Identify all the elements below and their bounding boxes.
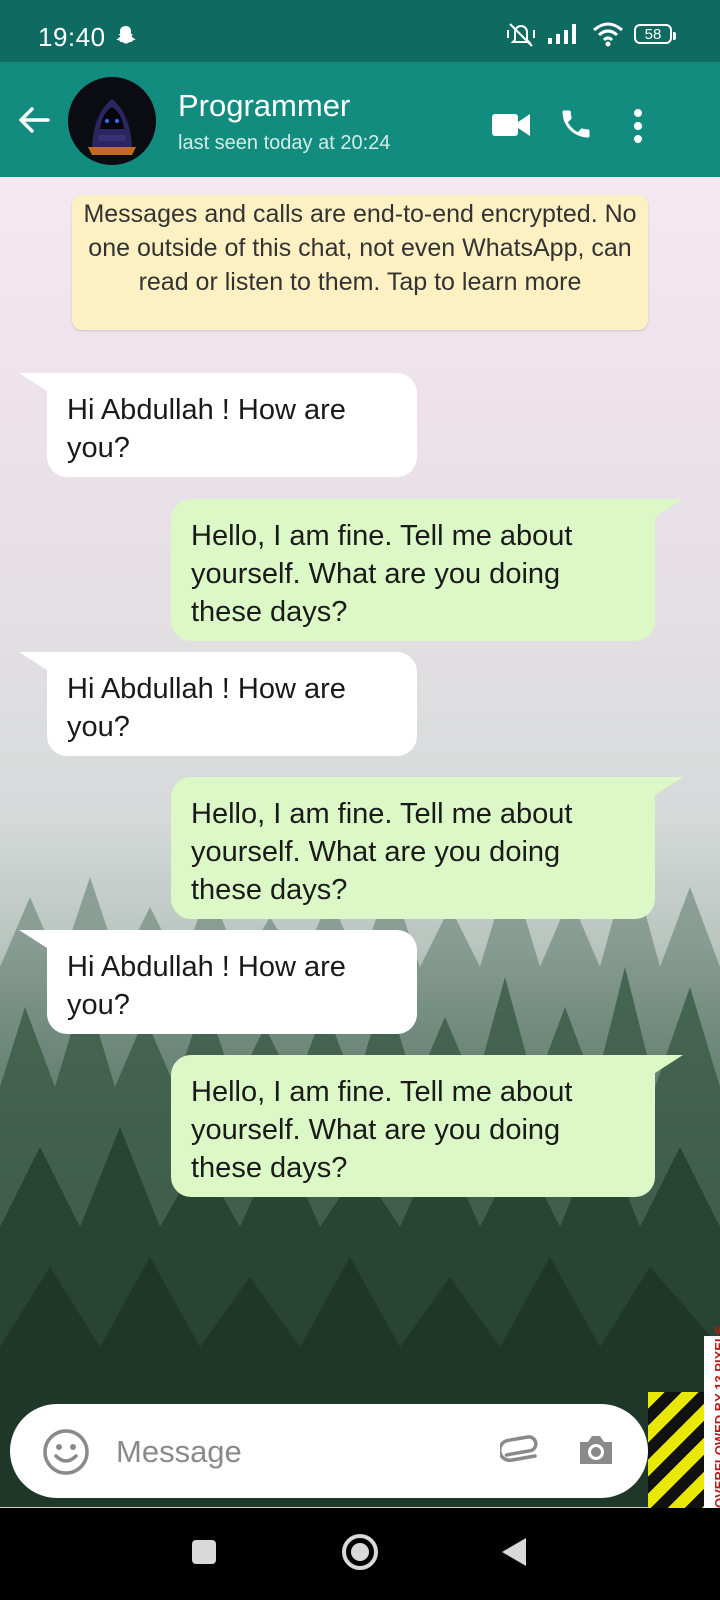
message-bubble-outgoing[interactable]: Hello, I am fine. Tell me about yourself… — [171, 777, 683, 919]
back-nav-icon[interactable] — [500, 1536, 528, 1568]
wifi-icon — [593, 22, 623, 47]
back-arrow-icon[interactable] — [14, 100, 54, 140]
overflow-warning-text: OVERFLOWED BY 13 PIXELS — [712, 1325, 720, 1508]
camera-icon[interactable] — [576, 1432, 616, 1468]
attach-icon[interactable] — [500, 1434, 546, 1468]
overflow-warning-stripe — [648, 1392, 704, 1508]
message-bubble-incoming[interactable]: Hi Abdullah ! How are you? — [19, 373, 417, 477]
snapchat-icon — [116, 26, 136, 44]
message-bubble-outgoing[interactable]: Hello, I am fine. Tell me about yourself… — [171, 1055, 683, 1197]
chat-area[interactable]: Messages and calls are end-to-end encryp… — [0, 177, 720, 1507]
mute-vibrate-icon — [507, 23, 535, 47]
status-time: 19:40 — [38, 22, 106, 52]
battery-level: 58 — [644, 25, 662, 43]
emoji-icon[interactable] — [42, 1428, 90, 1476]
phone-icon[interactable] — [558, 106, 594, 142]
message-input[interactable] — [114, 1426, 478, 1478]
system-nav-bar — [0, 1508, 720, 1600]
recents-icon[interactable] — [190, 1538, 218, 1566]
signal-icon — [548, 24, 576, 44]
home-icon[interactable] — [340, 1532, 380, 1572]
more-vert-icon[interactable] — [632, 108, 644, 144]
message-composer — [10, 1404, 648, 1498]
avatar[interactable] — [68, 77, 156, 165]
chat-header: Programmer last seen today at 20:24 — [0, 62, 720, 177]
battery-icon: 58 — [634, 24, 676, 44]
status-bar: 19:40 58 — [0, 0, 720, 62]
message-bubble-outgoing[interactable]: Hello, I am fine. Tell me about yourself… — [171, 499, 683, 641]
hooded-figure-icon — [68, 77, 156, 165]
video-call-icon[interactable] — [490, 110, 532, 140]
contact-name[interactable]: Programmer — [178, 88, 350, 124]
message-bubble-incoming[interactable]: Hi Abdullah ! How are you? — [19, 930, 417, 1034]
encryption-notice[interactable]: Messages and calls are end-to-end encryp… — [72, 195, 648, 330]
message-bubble-incoming[interactable]: Hi Abdullah ! How are you? — [19, 652, 417, 756]
last-seen-status: last seen today at 20:24 — [178, 132, 391, 154]
